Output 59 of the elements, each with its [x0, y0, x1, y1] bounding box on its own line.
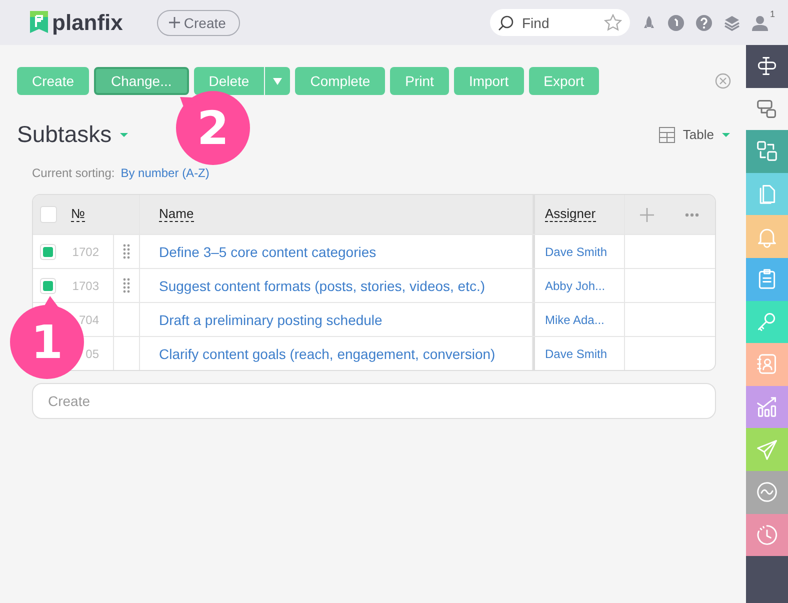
sorting-link[interactable]: By number (A-Z) [120, 166, 210, 180]
toolbar-button[interactable]: Change... [94, 67, 189, 95]
logo-icon [30, 11, 48, 34]
user-icon[interactable] [752, 14, 768, 30]
assigner-link[interactable]: Dave Smith [545, 346, 608, 360]
text-cursor-icon [756, 55, 778, 78]
notification-count: 1 [770, 8, 775, 18]
caret-icon[interactable] [120, 132, 128, 136]
column-header[interactable]: № [71, 207, 85, 222]
task-name-link[interactable]: Define 3–5 core content categories [159, 244, 376, 260]
paper-plane-icon [756, 438, 778, 461]
caret-icon [273, 78, 282, 84]
task-number: 1703 [72, 278, 99, 292]
clock-icon[interactable] [668, 14, 684, 30]
assigner-link[interactable]: Mike Ada... [545, 312, 604, 326]
squares-arrows-icon [756, 140, 778, 162]
add-column-icon[interactable] [640, 208, 654, 222]
contact-icon [756, 353, 778, 376]
search-box[interactable]: Find [490, 9, 630, 36]
assigner-link[interactable]: Abby Joh... [545, 278, 606, 292]
task-number: 1702 [72, 244, 99, 258]
chart-icon [756, 396, 778, 418]
close-icon[interactable] [715, 73, 731, 89]
drag-handle-icon[interactable] [123, 244, 130, 259]
task-name-link[interactable]: Clarify content goals (reach, engagement, conversion) [159, 346, 496, 362]
star-icon[interactable] [604, 14, 622, 31]
key-icon [756, 310, 778, 333]
windows-icon [756, 98, 778, 120]
plus-icon [168, 17, 180, 28]
table-icon [658, 126, 675, 142]
search-icon [498, 14, 514, 30]
sidebar-tab[interactable] [746, 88, 788, 130]
create-button[interactable]: Create [156, 10, 240, 36]
help-icon[interactable] [696, 14, 712, 30]
column-header[interactable]: Name [159, 207, 194, 222]
task-name-link[interactable]: Draft a preliminary posting schedule [159, 312, 382, 328]
row-checkbox[interactable] [40, 244, 56, 260]
column-header[interactable]: Assigner [545, 207, 596, 222]
view-switcher[interactable]: Table [658, 126, 730, 142]
wave-circle-icon [756, 481, 778, 504]
clock-icon [756, 524, 778, 546]
task-number: 704 [78, 312, 99, 326]
layers-icon[interactable] [724, 14, 740, 30]
assigner-link[interactable]: Dave Smith [545, 244, 608, 258]
task-name-link[interactable]: Suggest content formats (posts, stories, videos, etc.) [159, 278, 486, 294]
app-logo-text: planfix [52, 10, 123, 36]
caret-icon [722, 132, 730, 136]
create-field[interactable]: Create [32, 383, 716, 419]
drag-handle-icon[interactable] [123, 278, 130, 293]
rocket-icon[interactable] [642, 14, 656, 30]
select-all-checkbox[interactable] [40, 206, 57, 223]
dropdown-button[interactable] [265, 67, 290, 95]
sorting-label: Current sorting: [32, 166, 115, 180]
row-checkbox[interactable] [40, 278, 56, 294]
task-number: 05 [86, 346, 99, 360]
page-title: Subtasks [17, 121, 112, 148]
more-icon[interactable] [684, 212, 698, 216]
clipboard-icon [756, 268, 778, 290]
step-badge: 2 [176, 91, 251, 166]
